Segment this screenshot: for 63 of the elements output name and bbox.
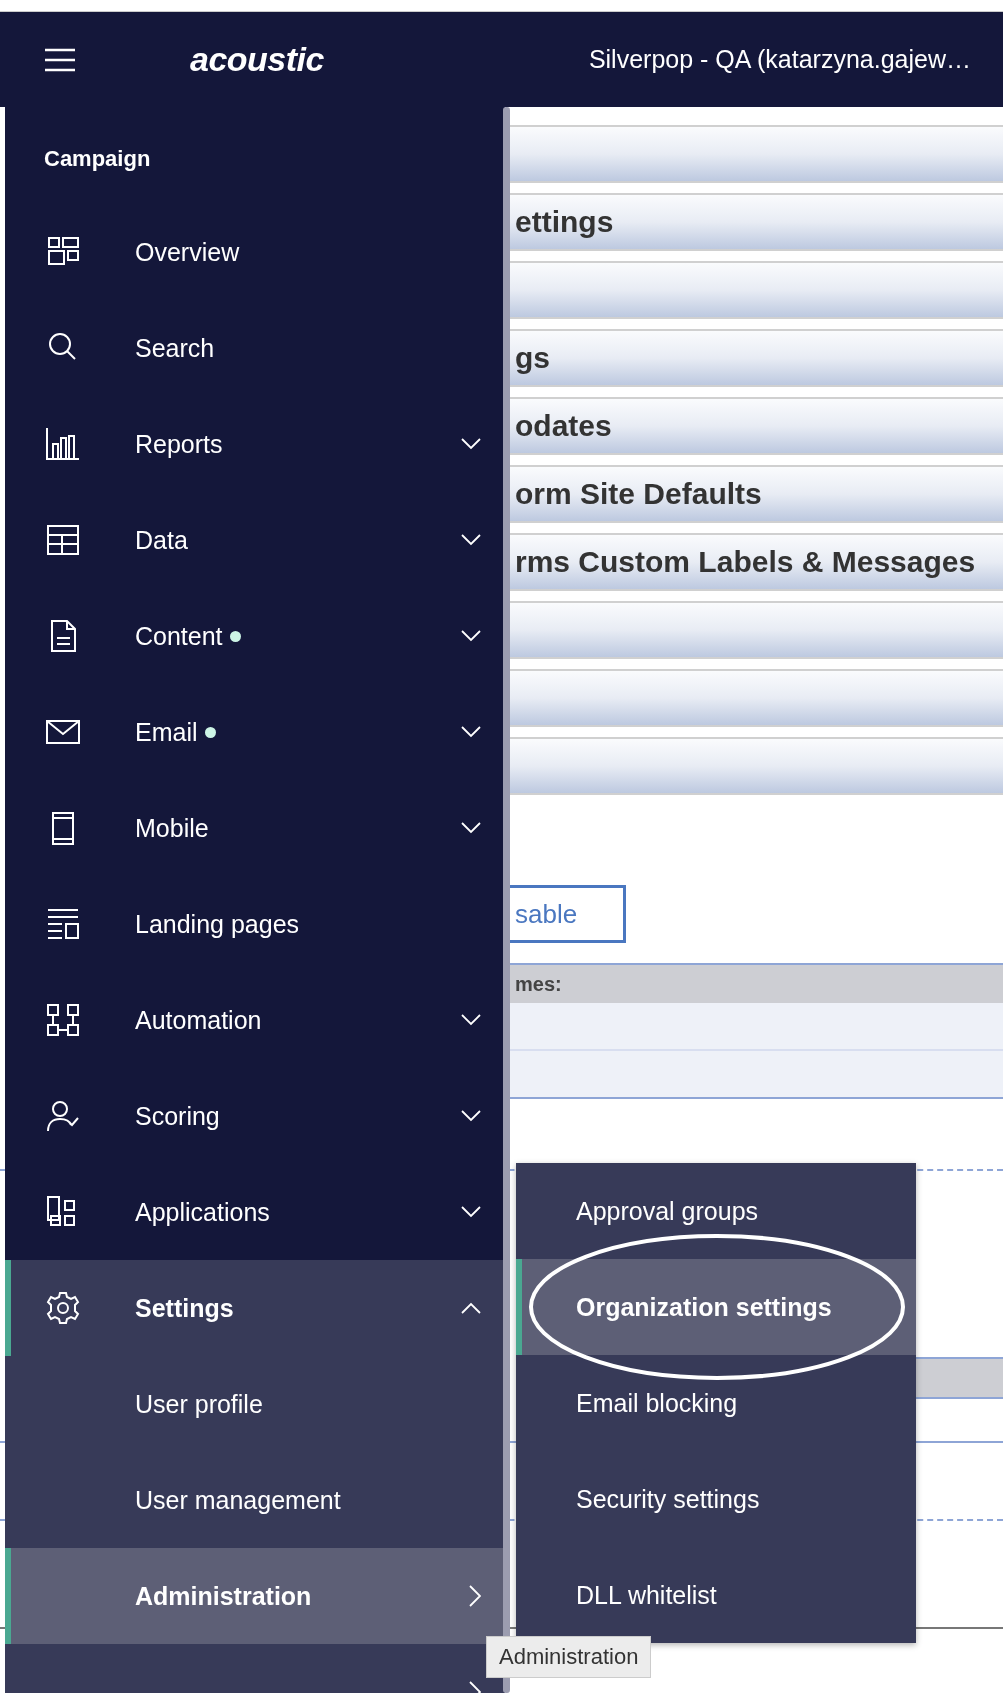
settings-icon xyxy=(45,1290,81,1326)
nav-label: User management xyxy=(135,1485,341,1515)
section-title: gs xyxy=(515,341,550,375)
section-title: rms Custom Labels & Messages xyxy=(515,545,976,579)
nav-label: User profile xyxy=(135,1389,263,1419)
submenu-item[interactable]: Email blocking xyxy=(516,1355,916,1451)
nav-item[interactable]: Settings xyxy=(5,1260,505,1356)
column-header: mes: xyxy=(515,972,562,996)
section-bar[interactable]: odates xyxy=(510,397,1003,455)
section-bar[interactable] xyxy=(510,125,1003,183)
section-bar[interactable] xyxy=(510,261,1003,319)
nav-label: Administration xyxy=(135,1581,312,1611)
bar-chart-icon xyxy=(45,426,81,462)
nav-item[interactable]: Email xyxy=(5,684,505,780)
section-title: orm Site Defaults xyxy=(515,477,762,511)
nav-subitem[interactable]: User management xyxy=(5,1452,505,1548)
nav-label: Email xyxy=(135,717,198,747)
table-icon xyxy=(45,522,81,558)
disable-button[interactable]: sable xyxy=(510,885,626,943)
submenu-item[interactable]: Organization settings xyxy=(516,1259,916,1355)
account-name[interactable]: Silverpop - QA (katarzyna.gajew… xyxy=(588,45,971,74)
section-bar[interactable] xyxy=(510,669,1003,727)
section-bar[interactable]: ettings xyxy=(510,193,1003,251)
nav-item[interactable]: Landing pages xyxy=(5,876,505,972)
nav-item[interactable]: Overview xyxy=(5,204,505,300)
user-check-icon xyxy=(45,1098,81,1134)
nav-item[interactable]: Data xyxy=(5,492,505,588)
nav-label: Reports xyxy=(135,429,223,459)
submenu-item[interactable]: Approval groups xyxy=(516,1163,916,1259)
nav-item[interactable]: Search xyxy=(5,300,505,396)
tooltip: Administration xyxy=(486,1636,652,1678)
nav-label: Overview xyxy=(135,237,240,267)
section-title: odates xyxy=(515,409,612,443)
nav-subitem[interactable]: Administration xyxy=(5,1548,505,1644)
nav-label: Search xyxy=(135,333,215,363)
flow-icon xyxy=(45,1002,81,1038)
layout-icon xyxy=(45,906,81,942)
nav-label: Data xyxy=(135,525,188,555)
section-bar[interactable]: gs xyxy=(510,329,1003,387)
nav-subitem[interactable]: User profile xyxy=(5,1356,505,1452)
nav-label: Settings xyxy=(135,1293,234,1323)
section-label: Campaign xyxy=(43,144,152,173)
nav-label: Scoring xyxy=(135,1101,220,1131)
logo[interactable]: acoustic xyxy=(190,40,324,79)
nav-item[interactable]: Automation xyxy=(5,972,505,1068)
section-bar[interactable] xyxy=(510,737,1003,795)
section-bar[interactable] xyxy=(510,601,1003,659)
nav-label: Mobile xyxy=(135,813,209,843)
section-bar[interactable]: rms Custom Labels & Messages xyxy=(510,533,1003,591)
nav-item[interactable]: Reports xyxy=(5,396,505,492)
menu-icon[interactable] xyxy=(45,47,75,72)
nav-item[interactable]: Content xyxy=(5,588,505,684)
nav-label: Content xyxy=(135,621,223,651)
nav-item[interactable]: Scoring xyxy=(5,1068,505,1164)
nav-label: Landing pages xyxy=(135,909,300,939)
nav-item[interactable]: Applications xyxy=(5,1164,505,1260)
chevron-right-icon xyxy=(469,1585,481,1607)
section-bar[interactable]: orm Site Defaults xyxy=(510,465,1003,523)
section-title: ettings xyxy=(515,205,614,239)
nav-label: Applications xyxy=(135,1197,270,1227)
nav-label: Automation xyxy=(135,1005,262,1035)
nav-item[interactable]: Mobile xyxy=(5,780,505,876)
submenu-item[interactable]: Security settings xyxy=(516,1451,916,1547)
